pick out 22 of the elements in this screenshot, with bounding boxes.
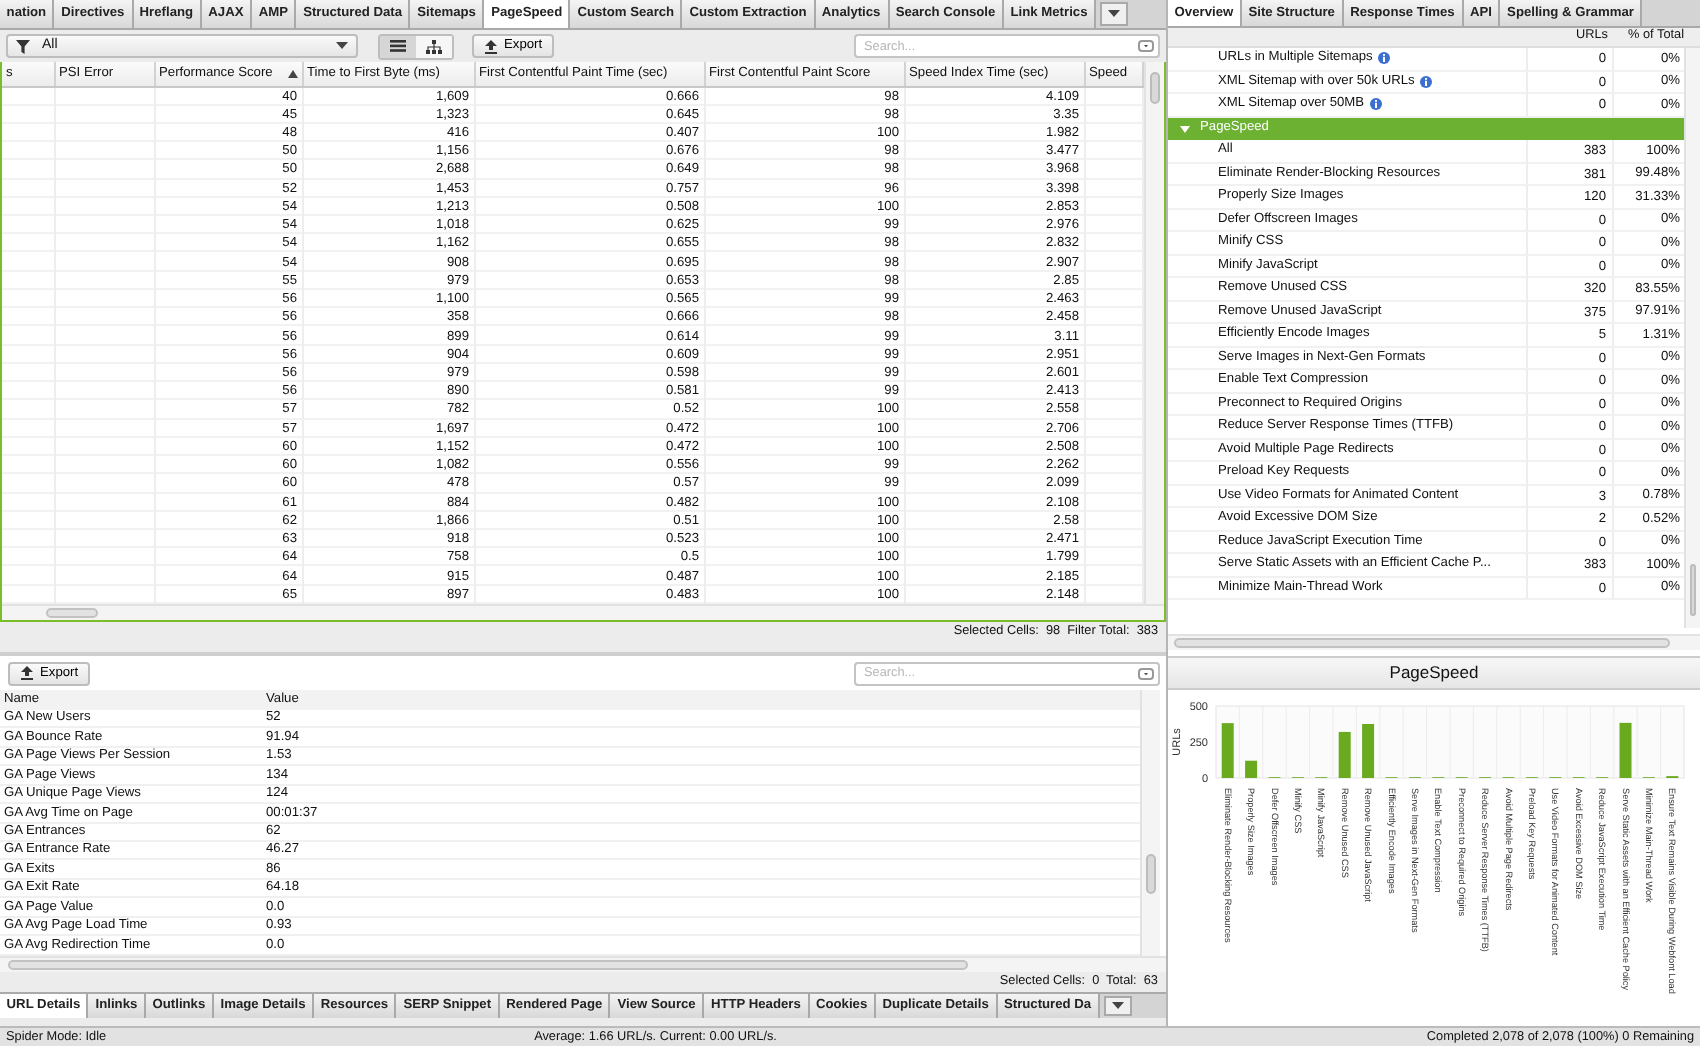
upload-icon <box>484 39 498 53</box>
filter-icon <box>16 39 30 53</box>
upload-icon <box>20 666 34 680</box>
caret-icon <box>1108 10 1121 18</box>
caret-icon <box>1111 1002 1124 1010</box>
chart-bar <box>1362 724 1375 778</box>
sort-icon <box>287 69 297 78</box>
tab-menu-button[interactable] <box>1100 2 1129 26</box>
vertical-scrollbar[interactable] <box>1140 690 1160 956</box>
chart-title: PageSpeed <box>1168 656 1700 690</box>
caret-icon <box>336 42 348 50</box>
horizontal-scrollbar[interactable] <box>1168 634 1700 650</box>
list-view-button[interactable] <box>380 35 416 57</box>
tree-view-button[interactable] <box>416 35 452 57</box>
tab-menu-button[interactable] <box>1103 996 1132 1016</box>
expand-icon <box>1180 123 1190 134</box>
horizontal-scrollbar[interactable] <box>2 604 1164 620</box>
horizontal-scrollbar[interactable] <box>0 956 1166 972</box>
vertical-scrollbar[interactable] <box>1143 62 1163 604</box>
vertical-scrollbar[interactable] <box>1684 48 1700 628</box>
hierarchy-icon <box>426 39 442 53</box>
list-icon <box>390 40 406 52</box>
